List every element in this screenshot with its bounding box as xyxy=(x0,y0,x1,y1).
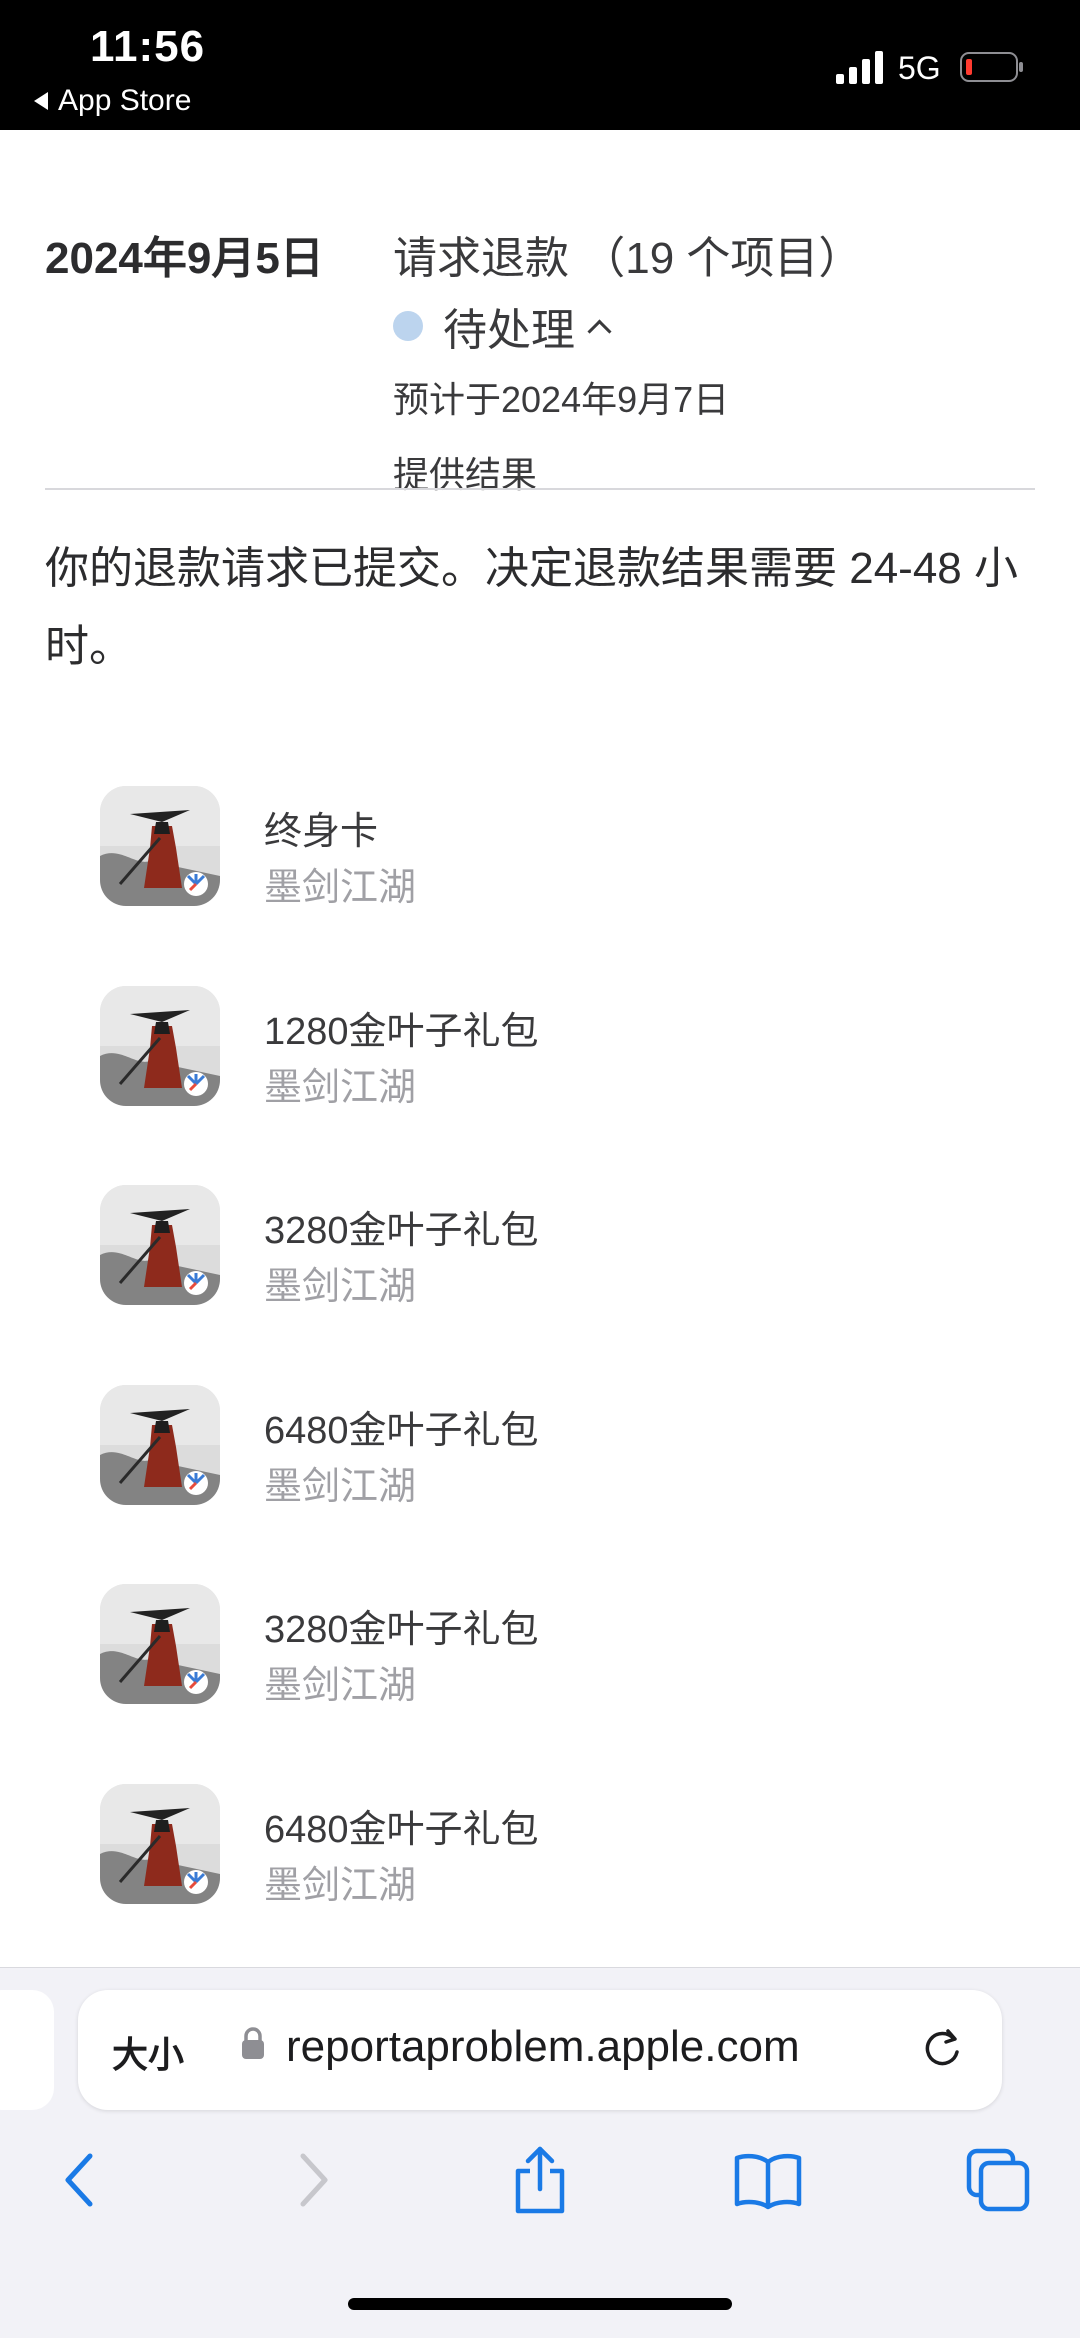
item-app-name: 墨剑江湖 xyxy=(264,1466,417,1508)
list-item[interactable]: 6480金叶子礼包 墨剑江湖 xyxy=(100,1385,1000,1511)
lock-icon xyxy=(242,2027,264,2059)
app-icon xyxy=(100,786,220,906)
url-text[interactable]: reportaproblem.apple.com xyxy=(286,2022,800,2072)
divider xyxy=(45,488,1035,490)
item-name: 终身卡 xyxy=(264,811,379,853)
refund-message: 你的退款请求已提交。决定退款结果需要 24-48 小时。 xyxy=(45,544,1018,671)
app-icon xyxy=(100,1584,220,1704)
chevron-up-icon xyxy=(587,318,612,344)
clock: 11:56 xyxy=(90,22,206,71)
status-bar: 11:56 App Store 5G xyxy=(0,0,1080,130)
item-app-name: 墨剑江湖 xyxy=(264,1266,417,1308)
item-name: 6480金叶子礼包 xyxy=(264,1809,539,1851)
back-button[interactable] xyxy=(45,2145,115,2215)
item-name: 1280金叶子礼包 xyxy=(264,1011,539,1053)
bookmarks-button[interactable] xyxy=(733,2145,803,2215)
item-app-name: 墨剑江湖 xyxy=(264,1865,417,1907)
request-date: 2024年9月5日 xyxy=(45,234,324,283)
list-item[interactable]: 终身卡 墨剑江湖 xyxy=(100,786,1000,912)
status-label: 待处理 xyxy=(443,306,575,355)
tabs-icon xyxy=(966,2148,1030,2212)
item-app-name: 墨剑江湖 xyxy=(264,1067,417,1109)
share-icon xyxy=(515,2146,565,2214)
list-item[interactable]: 3280金叶子礼包 墨剑江湖 xyxy=(100,1584,1000,1710)
tabs-button[interactable] xyxy=(963,2145,1033,2215)
list-item[interactable]: 3280金叶子礼包 墨剑江湖 xyxy=(100,1185,1000,1311)
chevron-right-icon xyxy=(300,2153,328,2207)
app-icon xyxy=(100,1385,220,1505)
back-to-app-link[interactable]: App Store xyxy=(34,84,191,118)
status-toggle[interactable]: 待处理 xyxy=(393,294,612,358)
item-name: 6480金叶子礼包 xyxy=(264,1410,539,1452)
book-icon xyxy=(734,2153,802,2210)
battery-icon xyxy=(960,52,1023,82)
cellular-signal-icon xyxy=(836,51,883,84)
chevron-left-icon xyxy=(65,2153,93,2207)
app-icon xyxy=(100,1185,220,1305)
item-app-name: 墨剑江湖 xyxy=(264,867,417,909)
text-size-button[interactable]: 大小 xyxy=(112,2026,184,2078)
list-item[interactable]: 6480金叶子礼包 墨剑江湖 xyxy=(100,1784,1000,1910)
request-title: 请求退款 （19 个项目） xyxy=(393,234,863,283)
previous-tab-preview[interactable] xyxy=(0,1990,54,2110)
eta-line-1: 预计于2024年9月7日 xyxy=(393,379,730,420)
eta-line-2: 提供结果 xyxy=(393,454,538,495)
address-bar[interactable]: 大小 reportaproblem.apple.com xyxy=(78,1990,1002,2110)
item-name: 3280金叶子礼包 xyxy=(264,1609,539,1651)
item-name: 3280金叶子礼包 xyxy=(264,1210,539,1252)
home-indicator xyxy=(348,2298,732,2310)
reload-icon[interactable] xyxy=(916,2022,968,2074)
app-icon xyxy=(100,986,220,1106)
back-app-label: App Store xyxy=(58,84,192,117)
forward-button[interactable] xyxy=(278,2145,348,2215)
share-button[interactable] xyxy=(505,2145,575,2215)
status-dot-icon xyxy=(393,311,423,341)
back-arrow-icon xyxy=(34,92,48,110)
list-item[interactable]: 1280金叶子礼包 墨剑江湖 xyxy=(100,986,1000,1112)
item-app-name: 墨剑江湖 xyxy=(264,1665,417,1707)
app-icon xyxy=(100,1784,220,1904)
network-type: 5G xyxy=(898,50,941,86)
